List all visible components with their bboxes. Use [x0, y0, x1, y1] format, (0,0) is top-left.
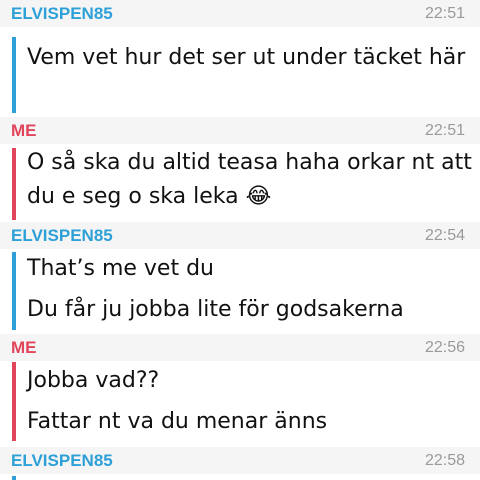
message-timestamp: 22:51 — [424, 122, 465, 139]
sender-name: ME — [11, 338, 37, 357]
message-header: ELVISPEN85 22:58 — [0, 447, 480, 474]
sender-color-bar — [12, 362, 16, 441]
sender-name: ELVISPEN85 — [11, 226, 113, 245]
sender-color-bar — [12, 476, 16, 480]
chat-message[interactable]: O så ska du altid teasa haha orkar nt at… — [27, 146, 472, 214]
sender-color-bar — [12, 252, 16, 330]
message-timestamp: 22:51 — [424, 5, 465, 22]
message-timestamp: 22:56 — [424, 339, 465, 356]
chat-transcript: ELVISPEN85 22:51 Vem vet hur det ser ut … — [0, 0, 480, 480]
chat-message[interactable]: That’s me vet du — [27, 252, 472, 286]
message-header: ME 22:51 — [0, 117, 480, 144]
message-timestamp: 22:58 — [424, 452, 465, 469]
chat-message[interactable]: Du får ju jobba lite för godsakerna — [27, 293, 472, 327]
chat-message[interactable]: Vem vet hur det ser ut under täcket här — [27, 41, 472, 75]
sender-name: ELVISPEN85 — [11, 451, 113, 470]
sender-color-bar — [12, 37, 16, 113]
chat-message[interactable]: Fattar nt va du menar änns — [27, 405, 472, 439]
message-header: ELVISPEN85 22:54 — [0, 222, 480, 249]
message-timestamp: 22:54 — [424, 227, 465, 244]
sender-color-bar — [12, 148, 16, 220]
message-header: ME 22:56 — [0, 334, 480, 361]
sender-name: ELVISPEN85 — [11, 4, 113, 23]
sender-name: ME — [11, 121, 37, 140]
message-header: ELVISPEN85 22:51 — [0, 0, 480, 27]
chat-message[interactable]: Jobba vad?? — [27, 364, 472, 398]
